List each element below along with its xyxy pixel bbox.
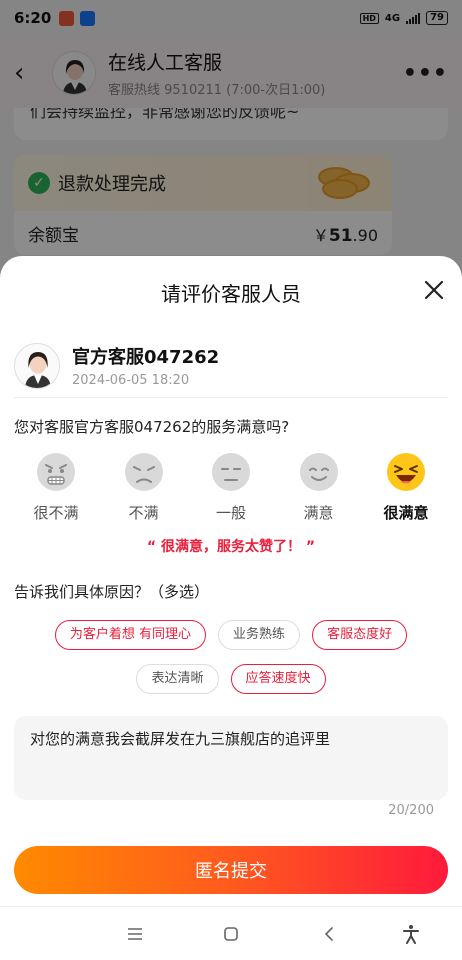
rating-label: 满意 bbox=[303, 504, 334, 522]
satisfaction-question: 您对客服官方客服047262的服务满意吗? bbox=[14, 418, 290, 436]
home-icon[interactable] bbox=[216, 919, 246, 949]
rating-very-unhappy[interactable]: 很不满 bbox=[14, 452, 98, 523]
comment-input[interactable]: 对您的满意我会截屏发在九三旗舰店的追评里 bbox=[14, 716, 448, 800]
agent-date: 2024-06-05 18:20 bbox=[72, 373, 190, 388]
tag-good-attitude[interactable]: 客服态度好 bbox=[312, 620, 408, 650]
rating-very-happy[interactable]: 很满意 bbox=[364, 452, 448, 523]
tag-row: 表达清晰 应答速度快 bbox=[0, 664, 462, 694]
tag-skilled[interactable]: 业务熟练 bbox=[218, 620, 301, 650]
rating-neutral[interactable]: 一般 bbox=[189, 452, 273, 523]
char-counter: 20/200 bbox=[388, 803, 434, 818]
tag-clear-expression[interactable]: 表达清晰 bbox=[136, 664, 219, 694]
menu-icon[interactable] bbox=[120, 919, 150, 949]
close-icon[interactable] bbox=[420, 276, 448, 304]
happy-face-icon bbox=[299, 453, 338, 491]
reason-title: 告诉我们具体原因？（多选） bbox=[14, 583, 210, 601]
rating-sheet: 请评价客服人员 官方客服047262 2024-06-05 18:20 您对客服… bbox=[0, 256, 462, 906]
very-unhappy-face-icon bbox=[37, 453, 75, 491]
rating-label: 很不满 bbox=[33, 504, 79, 522]
unhappy-face-icon bbox=[124, 453, 163, 491]
rating-happy[interactable]: 满意 bbox=[277, 452, 361, 523]
agent-name: 官方客服047262 bbox=[72, 347, 220, 368]
accessibility-icon[interactable] bbox=[396, 919, 426, 949]
agent-info: 官方客服047262 2024-06-05 18:20 bbox=[72, 343, 219, 388]
sheet-title: 请评价客服人员 bbox=[161, 282, 301, 306]
tag-fast-response[interactable]: 应答速度快 bbox=[230, 664, 326, 694]
rating-feedback-message: “ 很满意，服务太赞了！ ” bbox=[146, 539, 316, 555]
rating-label: 不满 bbox=[128, 504, 159, 522]
system-nav-bar bbox=[0, 906, 462, 960]
rating-unhappy[interactable]: 不满 bbox=[102, 452, 186, 523]
rating-options: 很不满 不满 一般 满意 很满意 bbox=[14, 452, 448, 523]
reason-tags: 为客户着想 有同理心 业务熟练 客服态度好 表达清晰 应答速度快 bbox=[0, 620, 462, 708]
tag-empathy[interactable]: 为客户着想 有同理心 bbox=[54, 620, 207, 650]
back-icon[interactable] bbox=[314, 919, 344, 949]
rating-label: 很满意 bbox=[383, 504, 429, 522]
avatar bbox=[14, 342, 60, 389]
very-happy-face-icon bbox=[387, 453, 425, 491]
neutral-face-icon bbox=[212, 453, 250, 491]
agent-profile: 官方客服047262 2024-06-05 18:20 bbox=[14, 334, 448, 398]
rating-label: 一般 bbox=[215, 504, 246, 522]
tag-row: 为客户着想 有同理心 业务熟练 客服态度好 bbox=[0, 620, 462, 650]
anonymous-submit-button[interactable]: 匿名提交 bbox=[14, 846, 448, 894]
